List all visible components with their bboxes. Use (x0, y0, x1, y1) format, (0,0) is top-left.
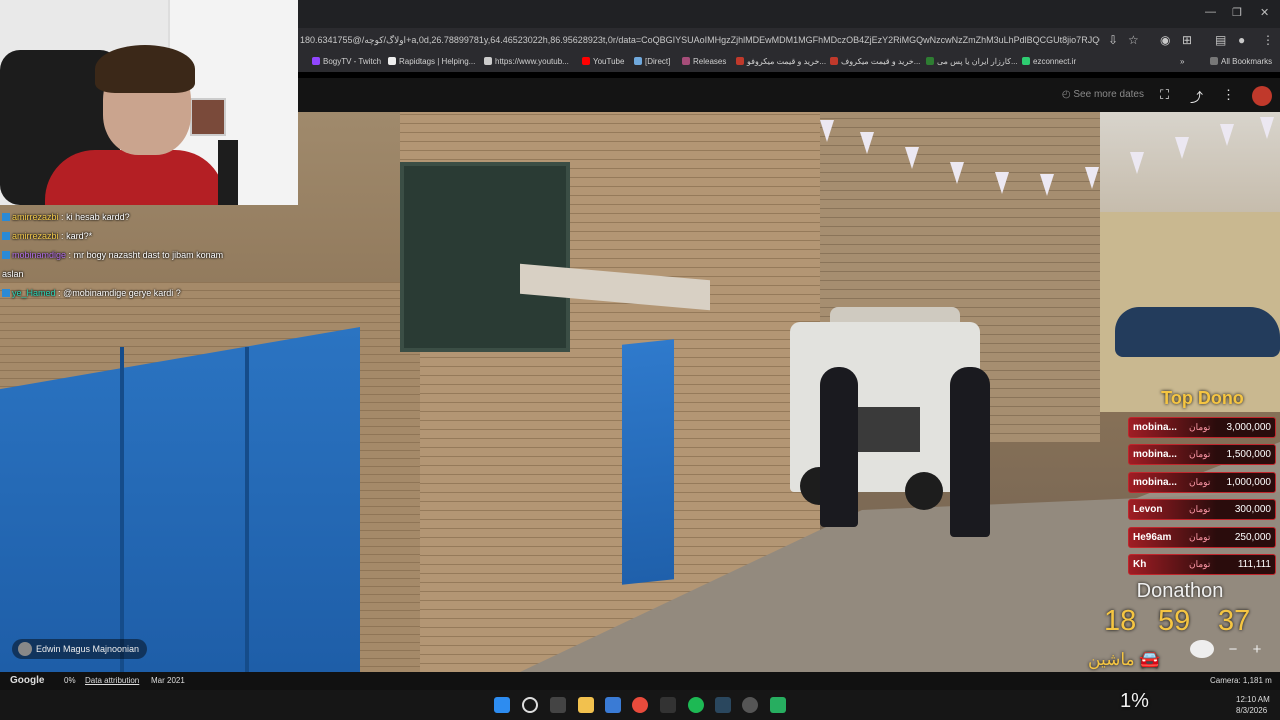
map-footer: Google 0% Data attribution Mar 2021 Came… (0, 672, 1280, 690)
spotify-icon[interactable] (688, 697, 704, 713)
url-text[interactable]: 180.6341755@/اولاگ/کوچه+a,0d,26.78899781… (300, 35, 1100, 46)
streamer-shirt (45, 150, 225, 205)
chat-message: ye_Hamed : @mobinamdige gerye kardi ? (2, 284, 302, 303)
app-icon[interactable] (660, 697, 676, 713)
badge-icon (2, 232, 10, 240)
donation-row: He96am تومان 250,000 (1128, 527, 1276, 548)
timer-hours: 18 (1104, 605, 1137, 637)
bookmark-item[interactable]: https://www.youtub... (484, 57, 569, 66)
microphone (218, 140, 238, 205)
gate-seam (245, 347, 249, 672)
donation-row: Kh تومان 111,111 (1128, 554, 1276, 575)
obs-icon[interactable] (742, 697, 758, 713)
person (820, 367, 858, 527)
top-dono-title: Top Dono (1161, 388, 1244, 408)
sidepanel-icon[interactable]: ▤ (1215, 33, 1226, 47)
webcam-overlay (0, 0, 298, 205)
bookmark-item[interactable]: کارزار ایران یا پس می... (926, 57, 1018, 66)
bookmark-item[interactable]: Releases (682, 57, 726, 66)
vehicle-wheel (905, 472, 943, 510)
badge-icon (2, 289, 10, 297)
app-icon[interactable] (770, 697, 786, 713)
avatar-icon[interactable]: ● (1238, 33, 1245, 47)
search-icon[interactable] (522, 697, 538, 713)
menu-icon[interactable]: ⋮ (1262, 33, 1274, 47)
share-icon[interactable]: ⤴ (1190, 87, 1203, 106)
see-more-dates-button[interactable]: ◴ See more dates (1054, 85, 1152, 105)
camera-height: Camera: 1,181 m (1210, 676, 1272, 685)
badge-icon (2, 213, 10, 221)
capture-date: Mar 2021 (151, 676, 185, 685)
donathon-goal-label: ماشین 🚘 (1088, 650, 1161, 669)
poster (190, 98, 226, 136)
chrome-icon[interactable] (632, 697, 648, 713)
photographer-chip[interactable]: Edwin Magus Majnoonian (12, 639, 148, 659)
task-view-icon[interactable] (550, 697, 566, 713)
fullscreen-icon[interactable]: ⛶ (1160, 87, 1169, 103)
chat-message: mobinamdige : mr bogy nazasht dast to ji… (2, 246, 302, 265)
chat-message: amirrezazbi : ki hesab kardd? (2, 208, 302, 227)
maximize-icon[interactable]: ❐ (1232, 6, 1242, 19)
puzzle-icon[interactable]: ⊞ (1182, 33, 1192, 47)
timer-minutes: 59 (1158, 605, 1191, 637)
file-explorer-icon[interactable] (578, 697, 594, 713)
bookmark-item[interactable]: خرید و قیمت میکروفو... (736, 57, 826, 66)
window (400, 162, 570, 352)
clock-date[interactable]: 8/3/2026 (1236, 706, 1267, 715)
windows-start-icon[interactable] (494, 697, 510, 713)
bookmark-item[interactable]: ezconnect.ir (1022, 57, 1076, 66)
donation-row: mobina... تومان 3,000,000 (1128, 417, 1276, 438)
star-icon[interactable]: ☆ (1128, 33, 1139, 47)
google-logo: Google (10, 675, 45, 686)
data-attribution-link[interactable]: Data attribution (85, 676, 139, 685)
blue-door (622, 339, 674, 585)
minimize-icon[interactable]: — (1205, 6, 1216, 18)
badge-icon (2, 251, 10, 259)
app-icon[interactable] (605, 697, 621, 713)
donation-row: Levon تومان 300,000 (1128, 499, 1276, 520)
gate-seam (120, 347, 124, 672)
taskbar: 12:10 AM 8/3/2026 (0, 690, 1280, 720)
all-bookmarks[interactable]: All Bookmarks (1210, 57, 1272, 66)
timer-seconds: 37 (1218, 605, 1251, 637)
chat-overlay: amirrezazbi : ki hesab kardd? amirrezazb… (2, 208, 302, 303)
extension-icon[interactable]: ◉ (1160, 33, 1170, 47)
clock-time[interactable]: 12:10 AM (1236, 695, 1270, 704)
donation-row: mobina... تومان 1,000,000 (1128, 472, 1276, 493)
more-options-icon[interactable]: ⋮ (1222, 87, 1235, 103)
bookmark-item[interactable]: Rapidtags | Helping... (388, 57, 475, 66)
chat-message-continued: aslan (2, 269, 24, 279)
donation-row: mobina... تومان 1,500,000 (1128, 444, 1276, 465)
zoom-in-button[interactable]: + (1246, 639, 1268, 661)
compass-icon[interactable] (1190, 640, 1214, 658)
photographer-avatar (18, 642, 32, 656)
donathon-title: Donathon (1136, 580, 1224, 602)
streamer-hair (95, 45, 195, 93)
progress-percent: 0% (64, 676, 76, 685)
profile-avatar[interactable] (1252, 86, 1272, 106)
overlay-percent: 1% (1120, 690, 1149, 712)
bookmark-item[interactable]: خرید و قیمت میکروف... (830, 57, 920, 66)
chat-message: amirrezazbi : kard?* (2, 227, 302, 246)
parked-car (1115, 307, 1280, 357)
zoom-out-button[interactable]: − (1222, 639, 1244, 661)
person (950, 367, 990, 537)
install-icon[interactable]: ⇩ (1108, 33, 1118, 47)
festival-flags (810, 112, 1280, 232)
bookmark-item[interactable]: [Direct] (634, 57, 670, 66)
car-icon: 🚘 (1139, 650, 1161, 669)
bookmark-item[interactable]: YouTube (582, 57, 624, 66)
steam-icon[interactable] (715, 697, 731, 713)
close-icon[interactable]: ✕ (1260, 6, 1269, 19)
bookmark-item[interactable]: BogyTV - Twitch (312, 57, 381, 66)
chevron-right-icon[interactable]: » (1180, 57, 1184, 66)
